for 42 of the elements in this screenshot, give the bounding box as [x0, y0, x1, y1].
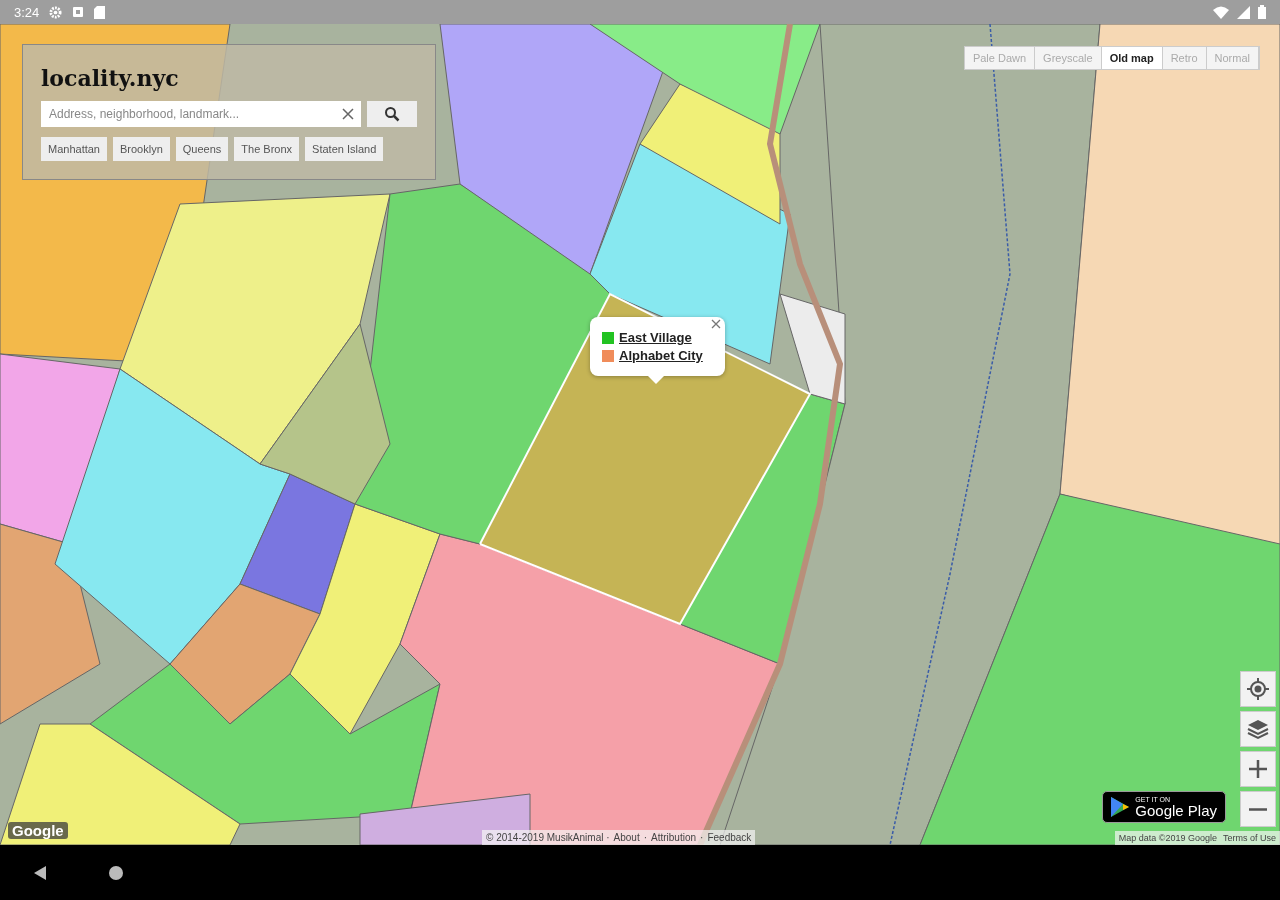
search-input[interactable]: Address, neighborhood, landmark... — [47, 106, 341, 122]
gear-icon — [49, 5, 63, 19]
back-icon[interactable] — [32, 864, 48, 881]
plus-icon — [1248, 759, 1268, 779]
home-icon[interactable] — [108, 864, 124, 881]
copyright-text: © 2014-2019 MusikAnimal · — [486, 832, 610, 843]
footer-link[interactable]: Feedback — [707, 832, 752, 843]
search-button[interactable] — [367, 101, 417, 127]
play-triangle-icon — [1111, 797, 1130, 817]
borough-button[interactable]: Brooklyn — [113, 137, 170, 161]
borough-button[interactable]: The Bronx — [234, 137, 300, 161]
locate-button[interactable] — [1240, 671, 1276, 707]
battery-icon — [1258, 5, 1266, 19]
minus-icon — [1248, 807, 1268, 811]
clock-time: 3:24 — [14, 4, 40, 20]
map-logo: Google — [8, 822, 68, 839]
separator-dot: · — [700, 832, 704, 843]
separator-dot: · — [643, 832, 648, 843]
borough-button[interactable]: Queens — [175, 137, 229, 161]
layers-button[interactable] — [1240, 711, 1276, 747]
map-style-button[interactable]: Old map — [1101, 47, 1163, 69]
neighborhood-link[interactable]: Alphabet City — [619, 348, 703, 363]
target-icon — [1247, 678, 1269, 700]
wifi-icon — [1213, 5, 1229, 19]
close-icon[interactable] — [341, 107, 355, 121]
map-data-text: Map data ©2019 Google — [1118, 833, 1217, 843]
neighborhood-link[interactable]: East Village — [619, 330, 692, 345]
zoom-in-button[interactable] — [1240, 751, 1276, 787]
footer-link[interactable]: About — [613, 832, 640, 843]
search-icon — [384, 106, 400, 122]
borough-button[interactable]: Staten Island — [305, 137, 384, 161]
footer-link[interactable]: Attribution — [651, 832, 697, 843]
borough-button[interactable]: Manhattan — [41, 137, 107, 161]
terms-link[interactable]: Terms of Use — [1223, 833, 1276, 843]
sd-card-icon — [94, 5, 106, 19]
site-title: locality.nyc — [41, 65, 180, 91]
signal-icon — [1237, 5, 1250, 19]
search-field[interactable]: Address, neighborhood, landmark... — [41, 101, 361, 127]
zoom-out-button[interactable] — [1240, 791, 1276, 827]
close-icon[interactable] — [710, 319, 721, 329]
square-icon — [72, 6, 85, 18]
layers-icon — [1247, 718, 1269, 740]
